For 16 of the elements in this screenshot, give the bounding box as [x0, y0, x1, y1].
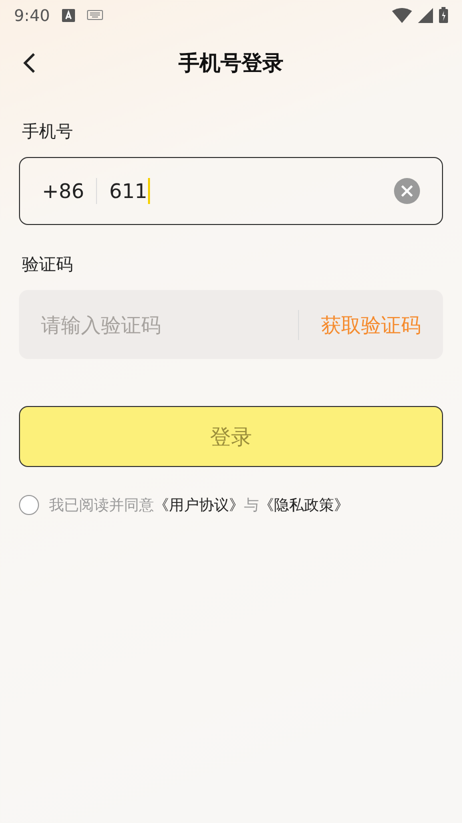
- battery-icon: [439, 7, 448, 23]
- agreement-link[interactable]: 《用户协议》: [154, 496, 244, 514]
- field-label: 验证码: [22, 254, 73, 276]
- agreement-link[interactable]: 《隐私政策》: [259, 496, 349, 514]
- agree-checkbox[interactable]: [19, 495, 39, 515]
- phone-field[interactable]: +86 611: [19, 157, 443, 225]
- keyboard-a-icon: [62, 8, 75, 22]
- wifi-icon: [392, 8, 412, 22]
- page-title: 手机号登录: [178, 50, 284, 77]
- clear-icon[interactable]: [394, 178, 420, 204]
- back-icon: [22, 52, 36, 74]
- field-label: 手机号: [22, 121, 73, 143]
- status-time: 9:40: [14, 6, 50, 24]
- agreement-text: 我已阅读并同意《用户协议》与《隐私政策》: [49, 496, 349, 514]
- keyboard-icon: [86, 10, 103, 20]
- signal-icon: [418, 8, 433, 22]
